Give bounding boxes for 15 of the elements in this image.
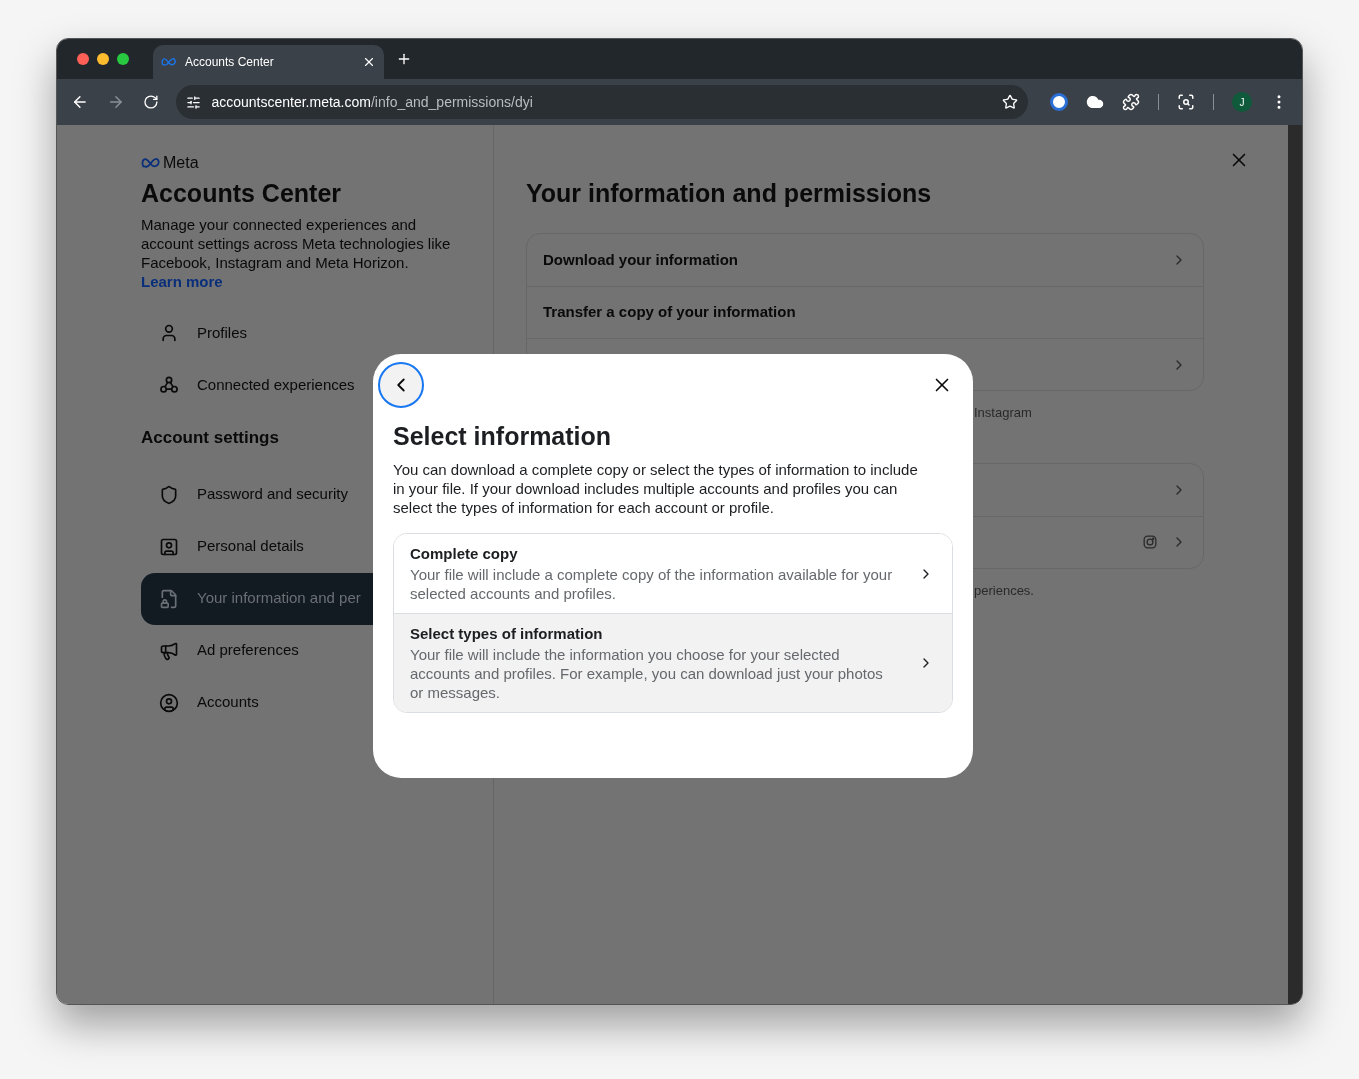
page-title: Your information and permissions: [526, 178, 933, 209]
card-caption: Instagram: [974, 404, 1032, 422]
url-text: accountscenter.meta.com/info_and_permissions/dyi: [211, 92, 534, 112]
option-description: Your file will include a complete copy of the information available for your selected accounts and profiles.: [410, 565, 894, 603]
sidebar-description: Manage your connected experiences and account settings across Meta technologies like Facebook, Instagram and Meta Horizon.: [141, 215, 452, 272]
option-title: Complete copy: [410, 544, 519, 563]
option-description: Your file will include the information you choose for your selected accounts and profiles. For example, you can download just your photos or messages.: [410, 645, 884, 702]
dialog-description: You can download a complete copy or select the types of information to include in your file. If your download includes multiple accounts and profiles you can select the types of information for each account or profile.: [393, 460, 919, 517]
sidebar-title: Accounts Center: [141, 178, 343, 209]
brand-name: Meta: [163, 153, 199, 173]
dialog-title: Select information: [393, 421, 613, 452]
section-heading: Account settings: [141, 427, 279, 449]
option-title: Select types of information: [410, 624, 604, 643]
tab-title: Accounts Center: [185, 54, 275, 71]
card-caption: periences.: [974, 581, 1034, 600]
